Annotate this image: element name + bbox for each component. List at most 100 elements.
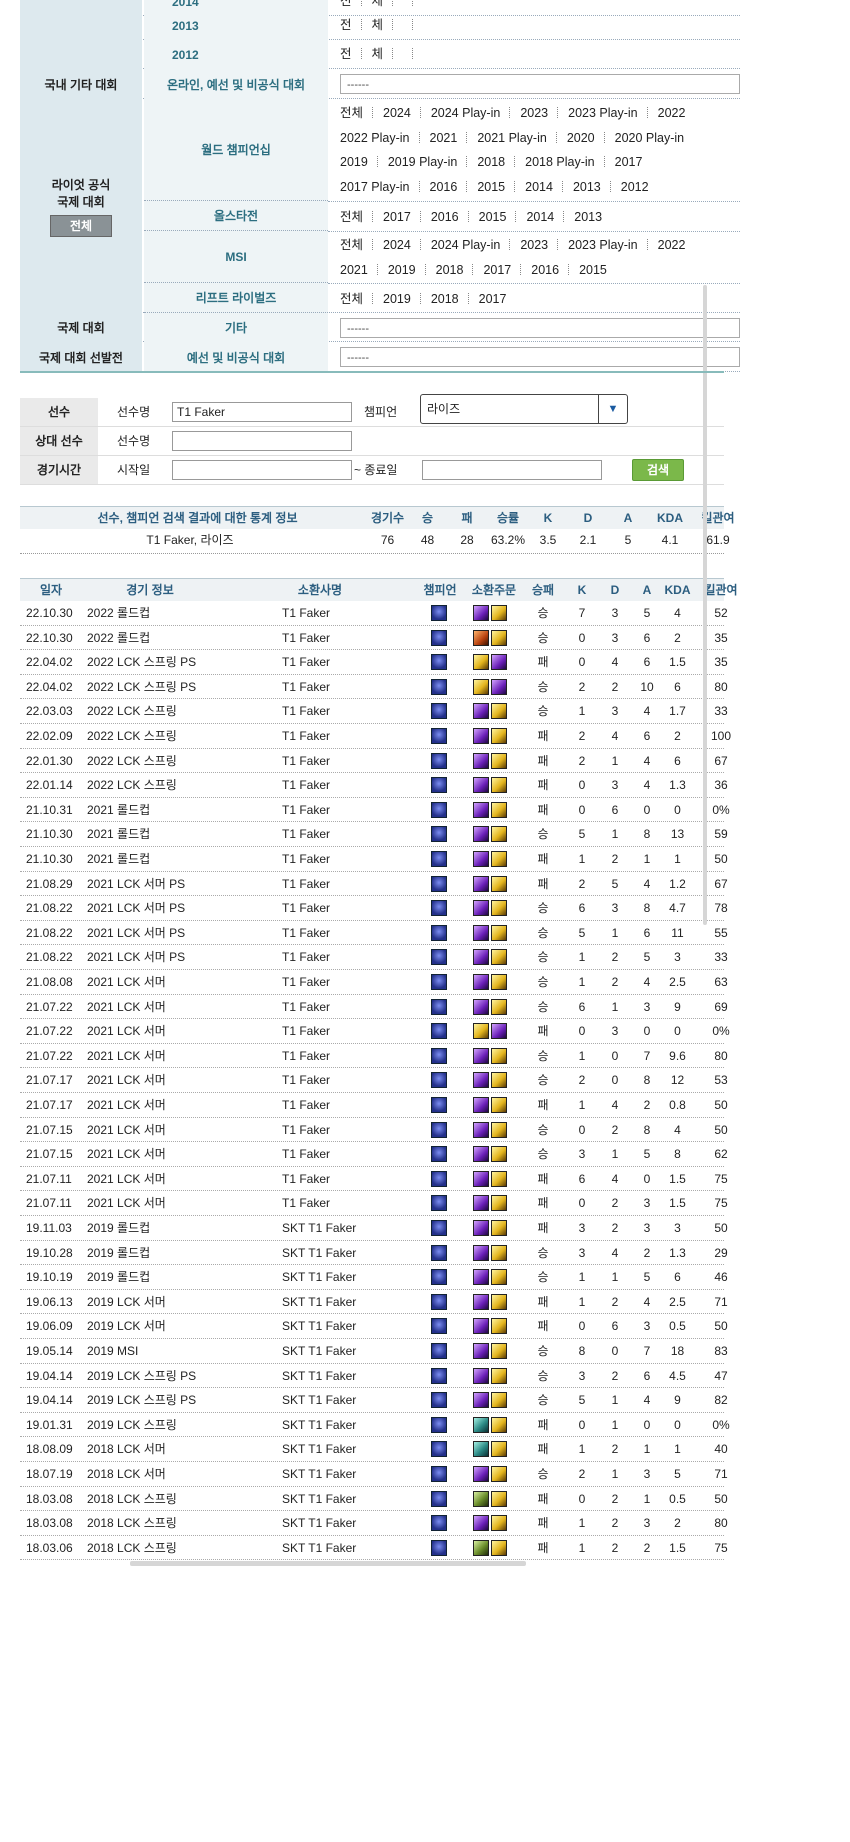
filter-option[interactable]: 2016 [531,258,559,282]
table-row[interactable]: 22.10.30 2022 롤드컵 T1 Faker 승 0 3 6 2 35 [20,626,728,651]
filter-option[interactable]: 전 [340,42,352,66]
table-row[interactable]: 21.07.15 2021 LCK 서머 T1 Faker 승 0 2 8 4 50 [20,1118,728,1143]
filter-option[interactable]: 2015 [579,258,607,282]
table-row[interactable]: 21.08.22 2021 LCK 서머 PS T1 Faker 승 6 3 8 4.7 78 [20,896,728,921]
table-row[interactable]: 21.07.11 2021 LCK 서머 T1 Faker 패 6 4 0 1.5 75 [20,1167,728,1192]
start-date-input[interactable] [172,460,352,480]
filter-option[interactable]: 2019 [388,258,416,282]
filter-option[interactable]: 2020 Play-in [615,126,685,150]
filter-option[interactable]: 2024 Play-in [431,233,501,257]
table-row[interactable]: 21.08.22 2021 LCK 서머 PS T1 Faker 승 1 2 5 3 33 [20,945,728,970]
table-row[interactable]: 19.04.14 2019 LCK 스프링 PS SKT T1 Faker 승 5 1 4 9… [20,1388,728,1413]
filter-option[interactable]: 2016 [431,205,459,229]
filter-option[interactable]: 2022 Play-in [340,126,410,150]
filter-option[interactable]: 2017 [615,150,643,174]
filter-option[interactable]: 2024 [383,233,411,257]
all-button[interactable]: 전체 [50,214,112,237]
filter-option[interactable]: 2012 [621,175,649,199]
filter-option[interactable]: 2018 Play-in [525,150,595,174]
table-row[interactable]: 18.08.09 2018 LCK 서머 SKT T1 Faker 패 1 2 1 1 40 [20,1437,728,1462]
allstar-label[interactable]: 올스타전 [144,201,328,231]
table-row[interactable]: 21.08.22 2021 LCK 서머 PS T1 Faker 승 5 1 6 11 55 [20,921,728,946]
filter-option[interactable]: 2017 [383,205,411,229]
table-row[interactable]: 22.10.30 2022 롤드컵 T1 Faker 승 7 3 5 4 52 [20,601,728,626]
filter-option[interactable]: 2023 [520,233,548,257]
player-name-input[interactable]: T1 Faker [172,402,352,422]
filter-option[interactable]: 2020 [567,126,595,150]
table-row[interactable]: 21.08.08 2021 LCK 서머 T1 Faker 승 1 2 4 2.5 63 [20,970,728,995]
year-label[interactable]: 2013 [144,11,328,40]
worlds-label[interactable]: 월드 챔피언십 [144,99,328,201]
year-label[interactable]: 2012 [144,40,328,69]
table-row[interactable]: 18.03.08 2018 LCK 스프링 SKT T1 Faker 패 0 2 1 0.5 5… [20,1487,728,1512]
filter-option[interactable]: 체 [372,42,384,66]
filter-option[interactable]: 2017 [479,287,507,311]
filter-option[interactable]: 체 [372,13,384,37]
filter-option[interactable]: 2018 [477,150,505,174]
filter-option[interactable]: 2023 Play-in [568,233,638,257]
filter-option[interactable]: 2019 Play-in [388,150,458,174]
table-row[interactable]: 19.04.14 2019 LCK 스프링 PS SKT T1 Faker 승 3 2 6 4… [20,1364,728,1389]
search-button[interactable]: 검색 [632,459,684,481]
filter-option[interactable]: 전체 [340,101,363,125]
filter-option[interactable]: 2021 [340,258,368,282]
table-row[interactable]: 21.07.17 2021 LCK 서머 T1 Faker 승 2 0 8 12 53 [20,1068,728,1093]
table-row[interactable]: 19.10.19 2019 롤드컵 SKT T1 Faker 승 1 1 5 6 46 [20,1265,728,1290]
rift-label[interactable]: 리프트 라이벌즈 [144,283,328,313]
table-row[interactable]: 22.01.14 2022 LCK 스프링 T1 Faker 패 0 3 4 1.3 36 [20,773,728,798]
table-row[interactable]: 21.10.31 2021 롤드컵 T1 Faker 패 0 6 0 0 0% [20,798,730,823]
end-date-input[interactable] [422,460,602,480]
filter-option[interactable]: 2014 [525,175,553,199]
table-row[interactable]: 22.04.02 2022 LCK 스프링 PS T1 Faker 패 0 4 6 1.5 35 [20,650,728,675]
table-row[interactable]: 22.04.02 2022 LCK 스프링 PS T1 Faker 승 2 2 10 6 80 [20,675,728,700]
table-row[interactable]: 21.07.17 2021 LCK 서머 T1 Faker 패 1 4 2 0.8 50 [20,1093,728,1118]
table-row[interactable]: 19.01.31 2019 LCK 스프링 SKT T1 Faker 패 0 1 0 0 0% [20,1413,730,1438]
table-row[interactable]: 22.03.03 2022 LCK 스프링 T1 Faker 승 1 3 4 1.7 33 [20,699,728,724]
filter-option[interactable]: 2019 [340,150,368,174]
filter-option[interactable]: 2023 Play-in [568,101,638,125]
table-row[interactable]: 19.06.13 2019 LCK 서머 SKT T1 Faker 패 1 2 4 2.5 71 [20,1290,728,1315]
international-sub[interactable]: 기타 [144,313,328,342]
filter-option[interactable]: 2016 [430,175,458,199]
msi-label[interactable]: MSI [144,231,328,283]
vertical-scrollbar[interactable] [703,285,707,925]
table-row[interactable]: 21.10.30 2021 롤드컵 T1 Faker 패 1 2 1 1 50 [20,847,728,872]
filter-option[interactable]: 전체 [340,287,363,311]
filter-option[interactable]: 2024 [383,101,411,125]
filter-option[interactable]: 2017 Play-in [340,175,410,199]
international-select[interactable]: ------ [340,317,740,338]
filter-option[interactable]: 2022 [658,101,686,125]
table-row[interactable]: 18.07.19 2018 LCK 서머 SKT T1 Faker 승 2 1 3 5 71 [20,1462,728,1487]
opponent-name-input[interactable] [172,431,352,451]
domestic_other-select[interactable]: ------ [340,74,740,94]
table-row[interactable]: 19.06.09 2019 LCK 서머 SKT T1 Faker 패 0 6 3 0.5 50 [20,1314,728,1339]
table-row[interactable]: 19.11.03 2019 롤드컵 SKT T1 Faker 패 3 2 3 3 50 [20,1216,728,1241]
qualifier-select[interactable]: ------ [340,347,740,367]
table-row[interactable]: 21.07.15 2021 LCK 서머 T1 Faker 승 3 1 5 8 62 [20,1142,728,1167]
filter-option[interactable]: 2018 [431,287,459,311]
table-row[interactable]: 18.03.06 2018 LCK 스프링 SKT T1 Faker 패 1 2 2 1.5 7… [20,1536,728,1561]
filter-option[interactable]: 2013 [573,175,601,199]
table-row[interactable]: 18.03.08 2018 LCK 스프링 SKT T1 Faker 패 1 2 3 2 80 [20,1511,728,1536]
table-row[interactable]: 19.10.28 2019 롤드컵 SKT T1 Faker 승 3 4 2 1.3 29 [20,1241,728,1266]
filter-option[interactable]: 2015 [477,175,505,199]
filter-option[interactable]: 2018 [436,258,464,282]
filter-option[interactable]: 2013 [574,205,602,229]
horizontal-scrollbar[interactable] [130,1561,526,1566]
table-row[interactable]: 21.07.22 2021 LCK 서머 T1 Faker 승 6 1 3 9 69 [20,995,728,1020]
filter-option[interactable]: 2014 [526,205,554,229]
table-row[interactable]: 21.07.11 2021 LCK 서머 T1 Faker 패 0 2 3 1.5 75 [20,1191,728,1216]
table-row[interactable]: 21.07.22 2021 LCK 서머 T1 Faker 승 1 0 7 9.6 80 [20,1044,728,1069]
table-row[interactable]: 21.07.22 2021 LCK 서머 T1 Faker 패 0 3 0 0 0% [20,1019,730,1044]
filter-option[interactable]: 2021 Play-in [477,126,547,150]
qualifier-sub[interactable]: 예선 및 비공식 대회 [144,342,328,372]
filter-option[interactable]: 2021 [430,126,458,150]
chevron-down-icon[interactable]: ▼ [598,395,627,423]
filter-option[interactable]: 2015 [479,205,507,229]
filter-option[interactable]: 2022 [658,233,686,257]
filter-option[interactable]: 전체 [340,205,363,229]
filter-option[interactable]: 2023 [520,101,548,125]
table-row[interactable]: 21.08.29 2021 LCK 서머 PS T1 Faker 패 2 5 4 1.2 67 [20,872,728,897]
filter-option[interactable]: 2019 [383,287,411,311]
filter-option[interactable]: 전체 [340,233,363,257]
